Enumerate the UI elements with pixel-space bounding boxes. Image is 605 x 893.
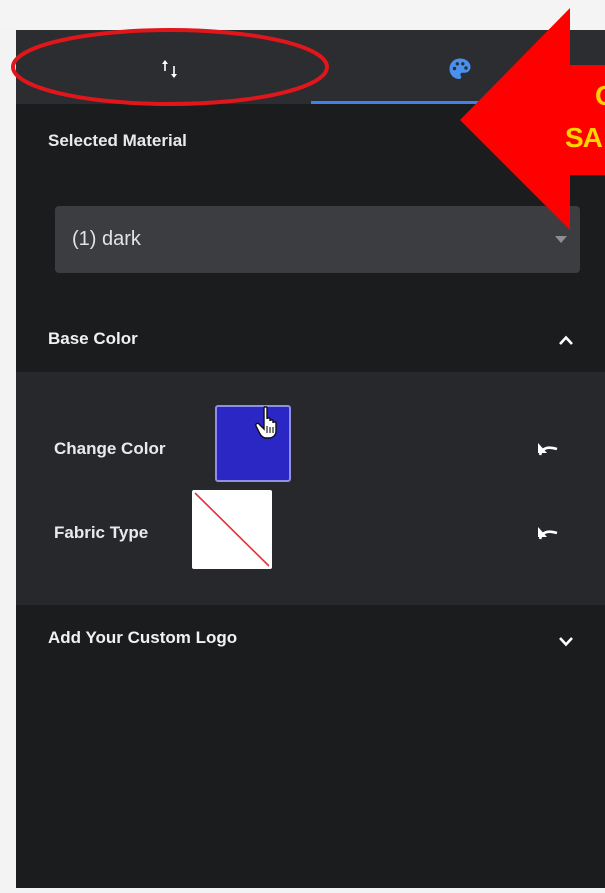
callout-text-line1: C	[595, 80, 605, 112]
callout-text-line2: SA	[565, 122, 603, 153]
red-arrow	[460, 8, 605, 230]
annotation-overlay	[11, 8, 605, 230]
screen: Selected Material (1) dark Base Color Ch…	[0, 0, 605, 893]
highlight-circle	[11, 28, 329, 106]
